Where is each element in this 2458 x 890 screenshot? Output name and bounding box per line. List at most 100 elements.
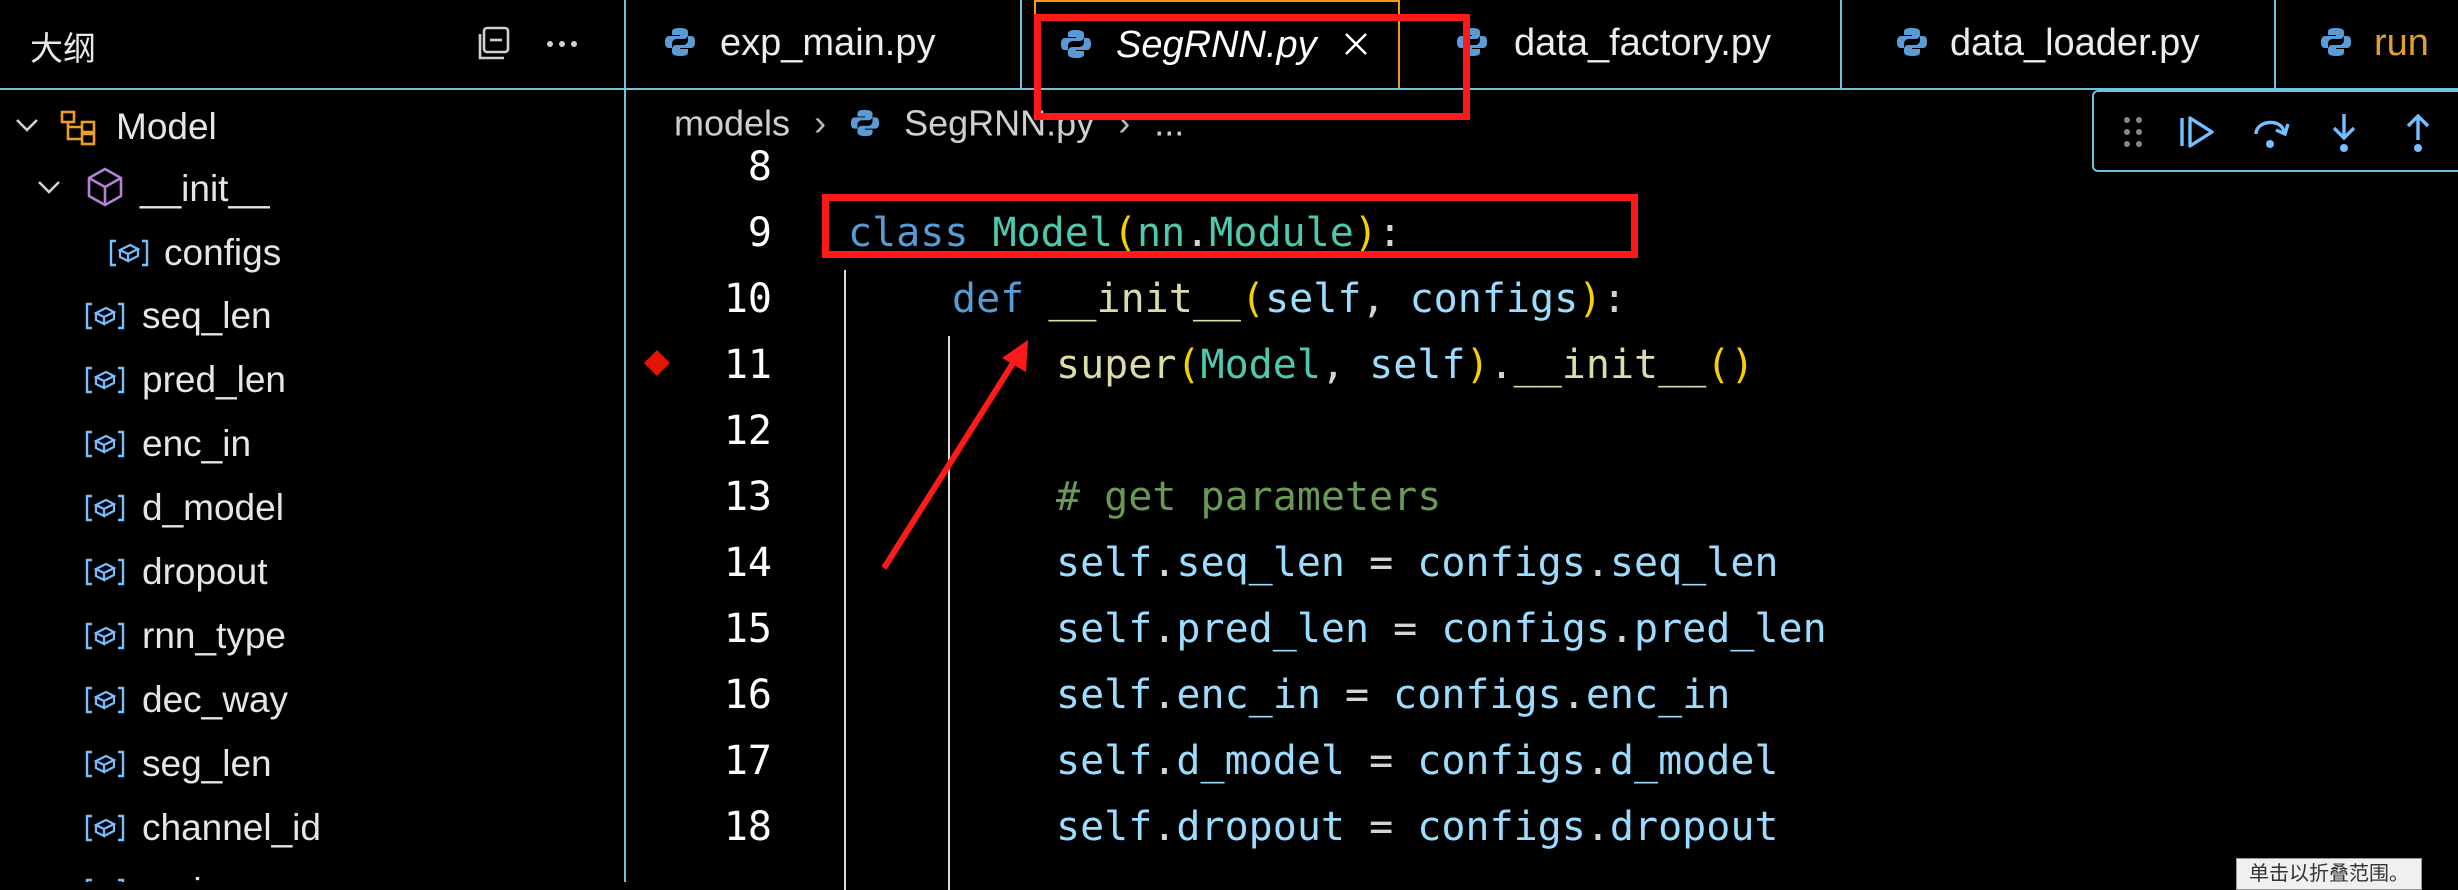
chevron-down-icon[interactable] [12,110,42,140]
outline-item[interactable]: channel_id [0,795,624,857]
outline-item[interactable]: dec_way [0,667,624,729]
chevron-right-icon: › [814,102,827,144]
outline-item[interactable]: rnn_type [0,603,624,665]
tab-bar: exp_main.py SegRNN.py data_factory.py da… [626,0,2458,90]
code-line-17: self.d_model = configs.d_model [1056,738,1779,784]
line-number: 12 [723,408,772,454]
variable-icon [85,558,125,586]
code-line-16: self.enc_in = configs.enc_in [1056,672,1731,718]
collapse-all-icon[interactable] [474,24,514,64]
outline-item[interactable]: seg_len [0,731,624,793]
annotation-box-class [822,194,1638,258]
code-line-10: def __init__(self, configs): [952,276,1627,322]
tab-label: data_loader.py [1950,22,2200,64]
class-icon [60,110,96,146]
configs-ref: configs [1417,540,1586,586]
code-line-11: super(Model, self).__init__() [1056,342,1755,388]
configs-ref: configs [1417,738,1586,784]
tab-exp-main[interactable]: exp_main.py [626,0,1022,88]
configs-ref: configs [1417,804,1586,850]
variable-icon [85,686,125,714]
outline-item-configs[interactable]: configs [0,220,624,282]
keyword: def [952,276,1025,322]
code-line-13: # get parameters [1056,474,1442,520]
line-number: 8 [747,144,772,190]
breadcrumb-folder[interactable]: models [674,102,790,143]
outline-item-label: dec_way [142,679,289,720]
continue-icon[interactable] [2174,110,2218,154]
attribute: d_model [1176,738,1345,784]
line-number: 10 [723,276,772,322]
outline-item[interactable]: enc_in [0,411,624,473]
tab-label: exp_main.py [720,22,936,64]
tab-run[interactable]: run [2276,0,2458,88]
self-ref: self [1056,672,1153,718]
class-ref: Model [1200,342,1321,388]
method-cube-icon [87,167,123,207]
line-number: 9 [747,210,772,256]
line-number: 13 [723,474,772,520]
attribute: enc_in [1176,672,1321,718]
tab-data-loader[interactable]: data_loader.py [1842,0,2276,88]
attribute: pred_len [1634,606,1827,652]
chevron-down-icon[interactable] [34,172,64,202]
outline-header: 大纲 [0,0,624,90]
step-into-icon[interactable] [2322,110,2366,154]
outline-item-label: channel_id [142,807,321,848]
self-ref: self [1369,342,1466,388]
indent-guide [844,270,846,890]
outline-item-model[interactable]: Model [0,94,624,156]
more-actions-icon[interactable] [542,24,582,64]
outline-item[interactable]: pred_len [0,347,624,409]
self-ref: self [1056,738,1153,784]
variable-icon [85,814,125,842]
variable-icon [85,622,125,650]
attribute: dropout [1609,804,1779,850]
outline-item[interactable]: dropout [0,539,624,601]
drag-handle-icon[interactable] [2118,110,2148,154]
function-name: __init__ [1048,276,1241,322]
python-file-icon [851,110,880,137]
outline-title: 大纲 [30,29,96,68]
outline-item[interactable]: seq_len [0,283,624,345]
outline-item-label: dropout [142,551,268,592]
attribute: pred_len [1176,606,1370,652]
variable-icon [85,750,125,778]
param: self [1265,276,1362,322]
variable-icon [85,494,125,522]
line-number: 16 [723,672,772,718]
outline-item-label: pred_len [142,359,287,400]
outline-item[interactable]: d_model [0,475,624,537]
line-number: 15 [723,606,772,652]
variable-icon [85,430,125,458]
outline-item[interactable]: revin [0,859,624,882]
outline-panel: 大纲 Model __init__ configs seq_len pred_l… [0,0,626,882]
code-line-18: self.dropout = configs.dropout [1056,804,1779,850]
annotation-arrow-icon [881,340,1028,570]
python-file-icon [2321,28,2351,56]
outline-item-init[interactable]: __init__ [0,156,624,218]
attribute: seq_len [1609,540,1779,586]
outline-item-label: seq_len [142,295,272,336]
attribute: seq_len [1176,540,1345,586]
outline-item-label: revin [142,871,222,882]
step-out-icon[interactable] [2396,110,2440,154]
function-name: super [1056,342,1177,388]
method-call: __init__ [1513,342,1707,388]
outline-item-label: __init__ [140,168,270,209]
step-over-icon[interactable] [2248,110,2292,154]
variable-icon [85,878,125,882]
self-ref: self [1056,540,1153,586]
variable-icon [109,239,149,267]
code-line-15: self.pred_len = configs.pred_len [1056,606,1827,652]
breakpoint-icon[interactable] [642,348,672,378]
param: configs [1409,276,1579,322]
line-number: 17 [723,738,772,784]
python-file-icon [665,28,695,56]
self-ref: self [1056,606,1153,652]
outline-item-label: Model [116,106,217,147]
configs-ref: configs [1441,606,1610,652]
python-file-icon [1897,28,1927,56]
variable-icon [85,366,125,394]
outline-item-label: configs [164,232,282,273]
